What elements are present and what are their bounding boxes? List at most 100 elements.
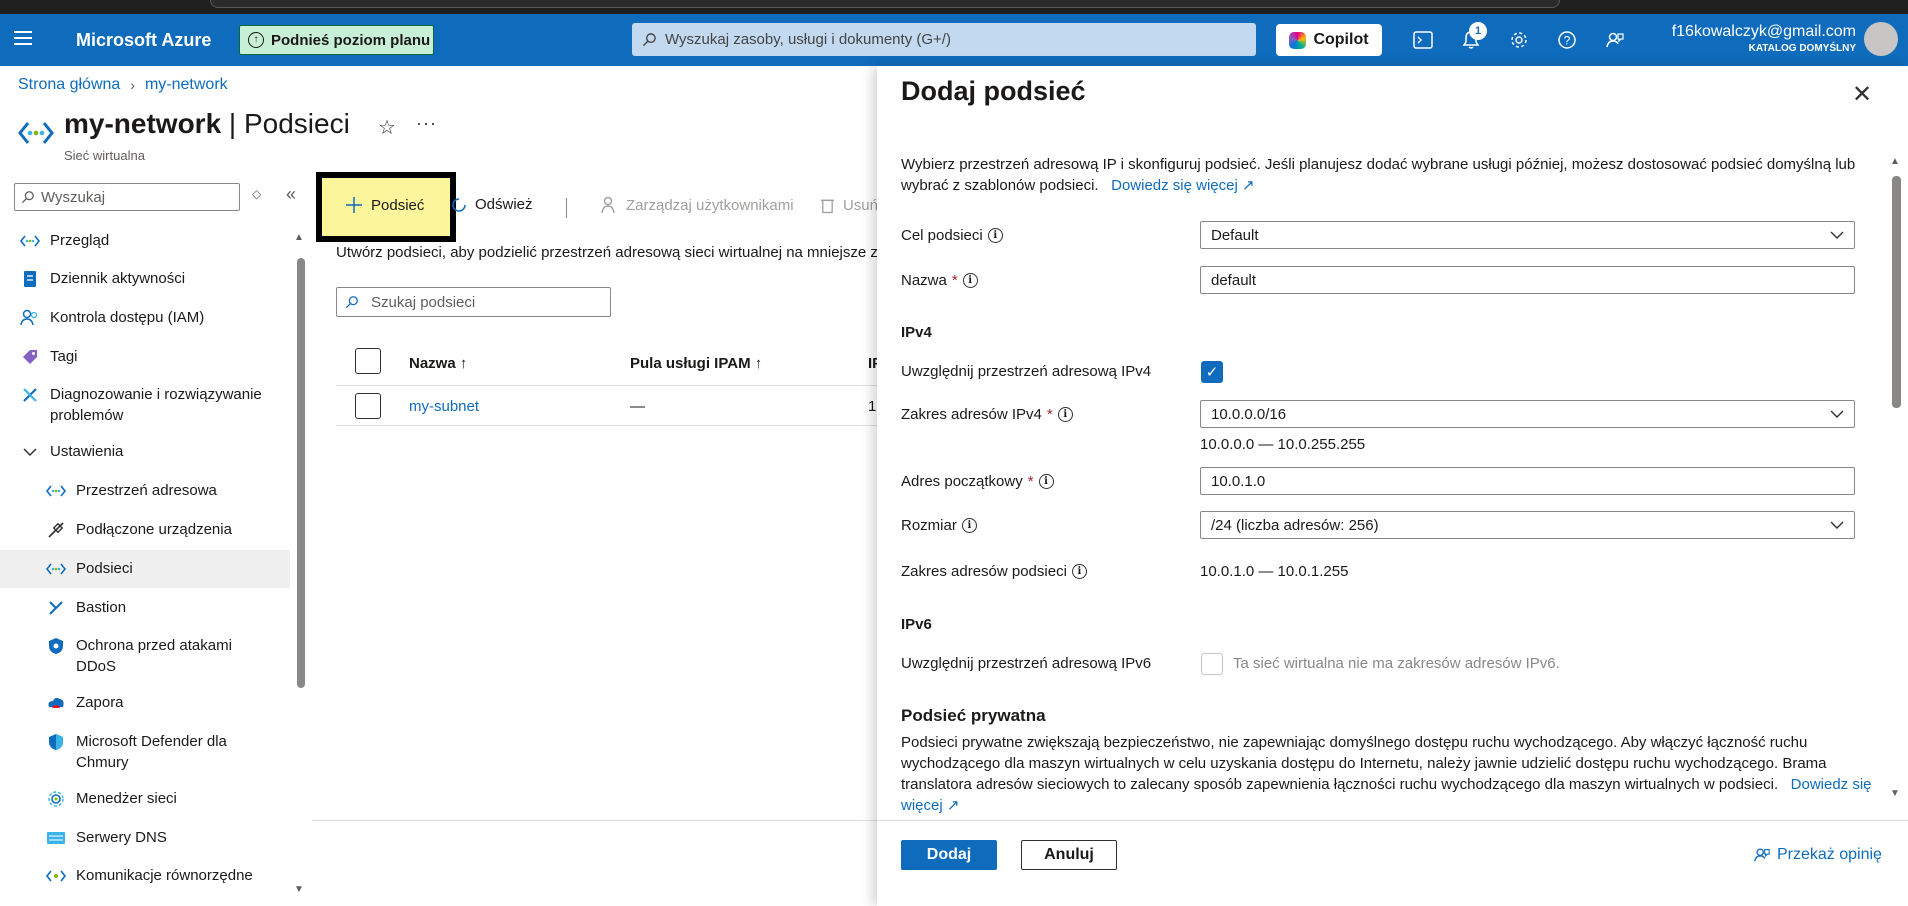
star-icon[interactable]: ☆ [378,115,396,140]
breadcrumb-home-link[interactable]: Strona główna [18,76,120,94]
subnet-name-input[interactable]: default [1200,266,1855,294]
ipv4-range-dropdown[interactable]: 10.0.0.0/16 [1200,400,1855,428]
subnets-intro-text: Utwórz podsieci, aby podzielić przestrze… [336,244,878,261]
menu-icon[interactable] [14,31,32,45]
nav-search-input[interactable]: Wyszukaj [14,183,240,211]
search-icon [21,191,34,204]
nav-item-label: Serwery DNS [76,829,167,846]
refresh-icon [452,197,466,212]
nav-item-label: Ochrona przed atakami DDoS [76,637,232,675]
nav-item-iam[interactable]: Kontrola dostępu (IAM) [20,307,204,328]
bastion-icon [46,598,66,618]
plug-icon [46,520,66,540]
refresh-button[interactable]: Odśwież [451,196,533,213]
cloud-shell-icon[interactable] [1411,28,1435,52]
copilot-button[interactable]: Copilot [1276,24,1382,56]
cancel-button[interactable]: Anuluj [1021,840,1117,870]
add-button[interactable]: Dodaj [901,840,997,870]
row-checkbox[interactable] [355,393,381,419]
panel-description-text: Wybierz przestrzeń adresową IP i skonfig… [901,156,1856,194]
purpose-label: Cel podsieci i [901,227,1003,244]
info-icon[interactable]: i [962,273,978,288]
nav-item-firewall[interactable]: Zapora [46,692,124,713]
gear-icon[interactable] [1507,28,1531,52]
include-ipv6-hint: Ta sieć wirtualna nie ma zakresów adresó… [1233,655,1560,672]
subnet-range-label-text: Zakres adresów podsieci [901,563,1067,580]
subnet-size-dropdown[interactable]: /24 (liczba adresów: 256) [1200,511,1855,539]
global-search-placeholder: Wyszukaj zasoby, usługi i dokumenty (G+/… [665,31,951,48]
nav-group-settings[interactable]: Ustawienia [20,441,123,462]
vnet-icon [18,122,54,144]
panel-scrollbar[interactable]: ▲ ▼ [1888,156,1904,806]
subnet-ipam-cell: — [630,398,645,415]
global-search-input[interactable]: Wyszukaj zasoby, usługi i dokumenty (G+/… [632,23,1256,56]
expand-collapse-icon[interactable]: ◇ [252,187,261,201]
avatar[interactable] [1864,22,1898,56]
subnet-name-link[interactable]: my-subnet [409,388,479,425]
start-address-input[interactable]: 10.0.1.0 [1200,467,1855,495]
nav-item-label: Przegląd [50,232,110,249]
subnet-search-input[interactable]: Szukaj podsieci [336,287,611,317]
scroll-down-icon[interactable]: ▼ [1890,788,1900,799]
start-address-value: 10.0.1.0 [1211,472,1266,490]
select-all-checkbox[interactable] [355,348,381,374]
page-subtitle: Sieć wirtualna [64,148,145,163]
info-icon[interactable]: i [1038,474,1054,489]
nav-item-dns-servers[interactable]: Serwery DNS [46,827,167,848]
nav-item-subnets[interactable]: Podsieci [0,550,290,588]
nav-item-activity-log[interactable]: Dziennik aktywności [20,268,185,289]
add-subnet-button[interactable]: Podsieć [345,196,424,214]
feedback-label: Przekaż opinię [1777,846,1882,863]
nav-scrollbar-thumb[interactable] [297,258,305,688]
nav-item-connected-devices[interactable]: Podłączone urządzenia [46,519,232,540]
nav-item-label: Bastion [76,599,127,616]
account-info[interactable]: f16kowalczyk@gmail.com KATALOG DOMYŚLNY [1620,23,1856,54]
close-icon[interactable]: ✕ [1852,80,1872,109]
nav-item-tags[interactable]: Tagi [20,346,78,367]
upgrade-icon: ↑ [248,32,264,48]
panel-scrollbar-thumb[interactable] [1892,176,1901,408]
vnet-icon [20,231,40,251]
nav-item-bastion[interactable]: Bastion [46,597,126,618]
help-icon[interactable]: ? [1555,28,1579,52]
learn-more-link[interactable]: Dowiedz się więcej ↗ [1103,177,1254,194]
manage-users-button[interactable]: Zarządzaj użytkownikami [600,196,794,214]
breadcrumb-network-link[interactable]: my-network [145,76,228,94]
nav-item-overview[interactable]: Przegląd [20,230,109,251]
nav-item-peerings[interactable]: Komunikacje równorzędne [46,865,276,886]
feedback-link[interactable]: Przekaż opinię [1753,846,1882,864]
chevron-down-icon [1830,406,1844,422]
nav-item-address-space[interactable]: Przestrzeń adresowa [46,480,217,501]
column-header-ipam[interactable]: Pula usługi IPAM ↑ [630,342,762,385]
more-icon[interactable]: ··· [416,113,437,134]
info-icon[interactable]: i [1057,407,1073,422]
nav-scrollbar[interactable]: ▲ ▼ [294,232,306,900]
brand-title[interactable]: Microsoft Azure [76,30,211,51]
nav-item-ddos[interactable]: Ochrona przed atakami DDoS [46,635,276,677]
log-icon [20,269,40,289]
column-header-name[interactable]: Nazwa ↑ [409,342,467,385]
scroll-down-icon[interactable]: ▼ [294,884,304,895]
delete-button[interactable]: Usuń [820,196,878,214]
add-subnet-panel: Dodaj podsieć ✕ Wybierz przestrzeń adres… [877,66,1908,906]
info-icon[interactable]: i [961,518,977,533]
manage-users-label: Zarządzaj użytkownikami [626,196,794,214]
search-icon [345,296,358,309]
include-ipv4-checkbox[interactable]: ✓ [1201,361,1223,383]
subnet-search-placeholder: Szukaj podsieci [371,293,476,311]
nav-item-diagnose[interactable]: Diagnozowanie i rozwiązywanie problemów [20,384,270,426]
info-icon[interactable]: i [1071,564,1087,579]
nav-item-label: Dziennik aktywności [50,270,186,287]
subnet-purpose-dropdown[interactable]: Default [1200,221,1855,249]
breadcrumb: Strona główna › my-network [18,76,228,94]
collapse-nav-icon[interactable]: « [286,184,296,205]
scroll-up-icon[interactable]: ▲ [294,232,304,243]
nav-item-defender[interactable]: Microsoft Defender dla Chmury [46,731,276,773]
nav-item-network-manager[interactable]: Menedżer sieci [46,788,177,809]
scroll-up-icon[interactable]: ▲ [1890,156,1900,167]
upgrade-plan-button[interactable]: ↑ Podnieś poziom planu [239,25,434,55]
info-icon[interactable]: i [987,228,1003,243]
ipv4-range-label: Zakres adresów IPv4 * i [901,406,1073,423]
browser-address-bar[interactable] [210,0,1560,8]
wrench-icon [20,385,40,405]
